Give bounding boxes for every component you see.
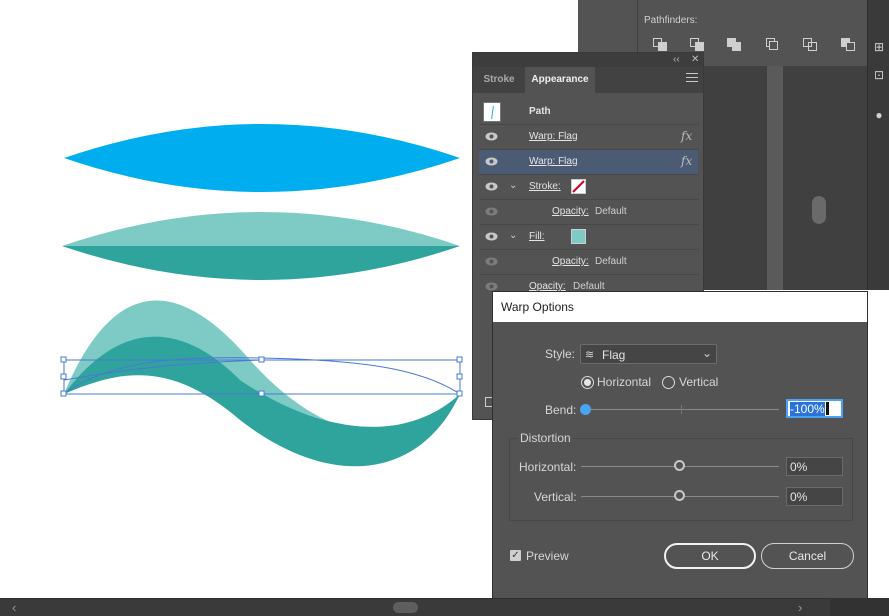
handle-mr[interactable] xyxy=(456,373,463,380)
distortion-group: Distortion xyxy=(509,431,853,521)
dock-column xyxy=(767,66,783,290)
tab-appearance[interactable]: Appearance xyxy=(525,67,595,93)
close-icon[interactable]: ✕ xyxy=(691,53,699,67)
none-slash-icon xyxy=(572,180,585,193)
teal-lens-top[interactable] xyxy=(62,212,460,246)
distortion-horizontal-knob[interactable] xyxy=(674,460,685,471)
eye-icon[interactable] xyxy=(485,182,498,191)
chevron-down-icon[interactable]: ⌄ xyxy=(509,180,517,191)
row-fill-opacity-label[interactable]: Opacity: xyxy=(552,256,589,267)
preview-checkbox[interactable]: ✓ xyxy=(510,550,521,561)
row-warp-2[interactable]: Warp: Flag fx xyxy=(479,150,698,175)
handle-bl[interactable] xyxy=(60,390,67,397)
row-stroke-opacity-label[interactable]: Opacity: xyxy=(552,206,589,217)
row-warp-2-label[interactable]: Warp: Flag xyxy=(529,156,578,167)
style-label: Style: xyxy=(545,347,576,361)
horizontal-scroll-thumb[interactable] xyxy=(393,602,418,613)
wave-dark[interactable] xyxy=(64,336,460,467)
bend-slider-track[interactable] xyxy=(585,409,779,410)
distortion-vertical-label: Vertical: xyxy=(534,490,577,504)
horizontal-radio[interactable] xyxy=(581,376,594,389)
panel-topbar: ‹‹ ✕ xyxy=(473,53,703,67)
style-select[interactable]: ≋ Flag ⌄ xyxy=(580,344,717,364)
bend-label: Bend: xyxy=(545,403,577,417)
path-thumbnail xyxy=(483,102,501,122)
distortion-horizontal-input[interactable]: 0% xyxy=(786,457,843,476)
panel-menu-icon[interactable] xyxy=(686,73,698,83)
blue-lens-shape[interactable] xyxy=(64,124,460,192)
distortion-vertical-knob[interactable] xyxy=(674,490,685,501)
row-path-label: Path xyxy=(529,106,551,117)
row-stroke[interactable]: ⌄ Stroke: xyxy=(479,175,698,200)
row-fill-opacity-value: Default xyxy=(595,256,627,267)
fx-icon[interactable]: fx xyxy=(681,154,692,168)
pathfinder-title: Pathfinders: xyxy=(644,15,698,26)
crop-icon[interactable] xyxy=(765,38,781,52)
row-stroke-label[interactable]: Stroke: xyxy=(529,181,561,192)
bend-input-value: -100% xyxy=(790,402,825,416)
chevron-down-icon: ⌄ xyxy=(702,346,713,360)
align-icon[interactable]: ⊡ xyxy=(872,68,886,82)
bend-input[interactable]: -100% xyxy=(786,399,843,418)
ok-button[interactable]: OK xyxy=(664,543,756,569)
fx-icon[interactable]: fx xyxy=(681,129,692,143)
bend-slider-center-tick xyxy=(681,405,682,414)
panel-dock-area xyxy=(703,54,867,290)
row-fill-opacity[interactable]: Opacity: Default xyxy=(479,250,698,275)
scroll-right-icon[interactable]: › xyxy=(798,600,802,615)
scrollbar-corner xyxy=(830,598,889,616)
handle-tl[interactable] xyxy=(60,356,67,363)
right-toolbar-strip: ⊞ ⊡ ● xyxy=(867,0,889,290)
handle-tm[interactable] xyxy=(258,356,265,363)
brush-icon[interactable]: ● xyxy=(872,108,886,122)
divide-icon[interactable] xyxy=(652,38,668,52)
distortion-legend: Distortion xyxy=(518,431,573,445)
row-warp-1[interactable]: Warp: Flag fx xyxy=(479,125,698,150)
eye-icon[interactable] xyxy=(485,257,498,266)
eye-icon[interactable] xyxy=(485,282,498,291)
handle-bm[interactable] xyxy=(258,390,265,397)
preview-label[interactable]: Preview xyxy=(526,549,569,563)
dialog-titlebar[interactable]: Warp Options xyxy=(493,292,867,322)
row-stroke-opacity[interactable]: Opacity: Default xyxy=(479,200,698,225)
merge-icon[interactable] xyxy=(726,38,742,52)
row-warp-1-label[interactable]: Warp: Flag xyxy=(529,131,578,142)
vertical-radio[interactable] xyxy=(662,376,675,389)
teal-lens-bottom[interactable] xyxy=(62,246,460,280)
minus-back-icon[interactable] xyxy=(840,38,856,52)
horizontal-radio-label[interactable]: Horizontal xyxy=(597,375,651,389)
row-stroke-opacity-value: Default xyxy=(595,206,627,217)
eye-icon[interactable] xyxy=(485,232,498,241)
trim-icon[interactable] xyxy=(689,38,705,52)
row-path[interactable]: Path xyxy=(479,100,698,125)
collapse-icon[interactable]: ‹‹ xyxy=(673,53,680,67)
dialog-title: Warp Options xyxy=(501,300,574,314)
vertical-scroll-thumb[interactable] xyxy=(812,196,826,224)
row-fill-label[interactable]: Fill: xyxy=(529,231,545,242)
horizontal-scrollbar[interactable]: ‹ › xyxy=(0,598,830,616)
flag-icon: ≋ xyxy=(585,349,595,361)
cancel-button[interactable]: Cancel xyxy=(761,543,854,569)
tab-stroke[interactable]: Stroke xyxy=(473,67,525,93)
chevron-down-icon[interactable]: ⌄ xyxy=(509,230,517,241)
eye-icon[interactable] xyxy=(485,132,498,141)
vertical-radio-label[interactable]: Vertical xyxy=(679,375,718,389)
warp-options-dialog: Warp Options Style: ≋ Flag ⌄ Horizontal … xyxy=(492,291,868,599)
style-value: Flag xyxy=(602,348,626,362)
handle-br[interactable] xyxy=(456,390,463,397)
panel-tabs: Stroke Appearance xyxy=(473,67,703,93)
outline-icon[interactable] xyxy=(802,38,818,52)
eye-icon[interactable] xyxy=(485,207,498,216)
handle-tr[interactable] xyxy=(456,356,463,363)
row-fill[interactable]: ⌄ Fill: xyxy=(479,225,698,250)
distortion-vertical-input[interactable]: 0% xyxy=(786,487,843,506)
handle-ml[interactable] xyxy=(60,373,67,380)
scroll-left-icon[interactable]: ‹ xyxy=(12,600,16,615)
bend-slider-knob[interactable] xyxy=(580,404,591,415)
eye-icon[interactable] xyxy=(485,157,498,166)
distortion-horizontal-label: Horizontal: xyxy=(519,460,577,474)
fill-color-swatch[interactable] xyxy=(571,229,586,244)
stroke-none-swatch[interactable] xyxy=(571,179,586,194)
transform-icon[interactable]: ⊞ xyxy=(872,40,886,54)
